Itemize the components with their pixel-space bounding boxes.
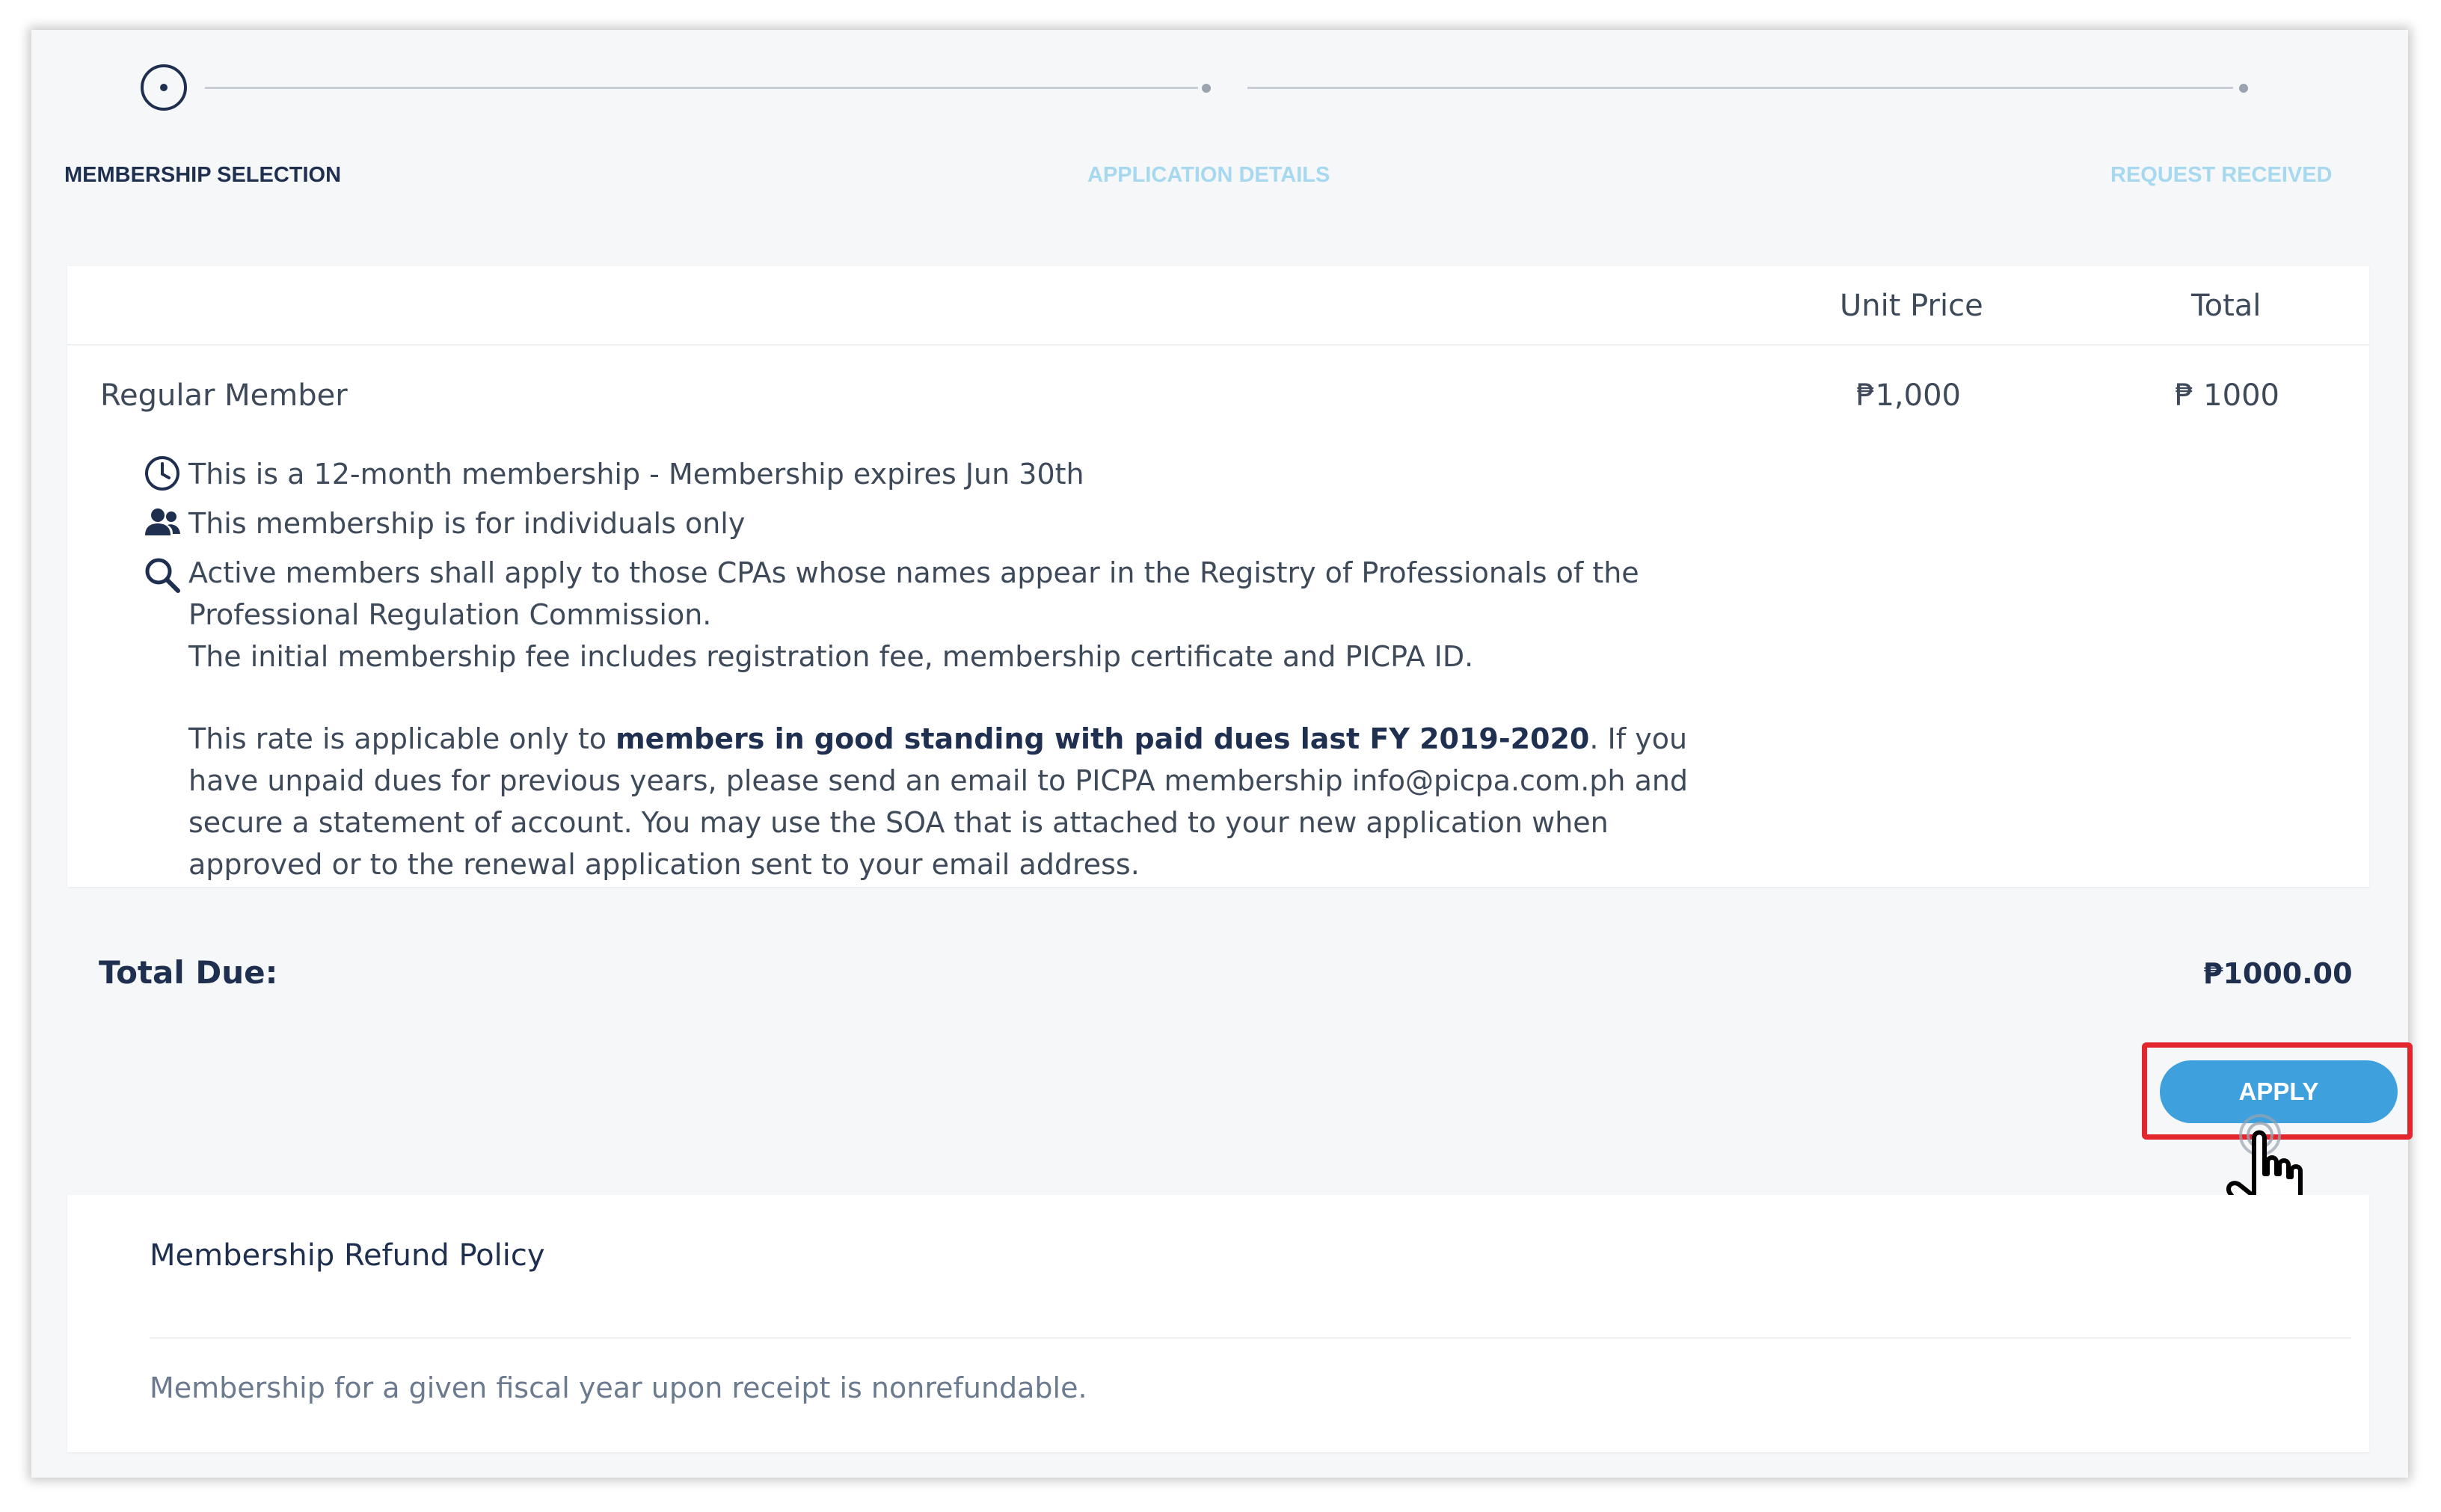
membership-window: MEMBERSHIP SELECTION APPLICATION DETAILS… <box>31 30 2413 1478</box>
refund-policy-card: Membership Refund Policy Membership for … <box>67 1195 2369 1452</box>
refund-policy-text: Membership for a given fiscal year upon … <box>150 1371 1087 1404</box>
step-label-application-details: APPLICATION DETAILS <box>1087 163 1330 187</box>
rate-note-line-3: secure a statement of account. You may u… <box>188 806 1609 839</box>
step-label-request-received: REQUEST RECEIVED <box>2110 163 2333 187</box>
total-due-label: Total Due: <box>99 954 278 991</box>
column-header-total: Total <box>2191 289 2262 323</box>
total-due-value: ₱1000.00 <box>2203 957 2353 990</box>
feature-active-members-line-2: Professional Regulation Commission. <box>188 598 712 631</box>
refund-policy-divider <box>150 1337 2351 1339</box>
stepper-line-2 <box>1247 87 2233 89</box>
membership-type: Regular Member <box>100 378 348 413</box>
step-indicator-membership-selection <box>141 64 187 111</box>
users-icon <box>145 508 180 535</box>
stepper-line-1 <box>205 87 1198 89</box>
rate-note-bold: members in good standing with paid dues … <box>615 722 1590 755</box>
step-label-membership-selection: MEMBERSHIP SELECTION <box>64 163 342 187</box>
table-header: Unit Price Total <box>67 266 2369 345</box>
rate-note-prefix: This rate is applicable only to <box>188 722 616 755</box>
total-value: ₱ 1000 <box>2175 378 2279 413</box>
column-header-unit-price: Unit Price <box>1840 289 1983 323</box>
rate-note-line-4: approved or to the renewal application s… <box>188 848 1140 881</box>
feature-active-members-line-1: Active members shall apply to those CPAs… <box>188 556 1639 589</box>
membership-table: Unit Price Total Regular Member ₱1,000 ₱… <box>67 266 2369 887</box>
rate-note-line-2: have unpaid dues for previous years, ple… <box>188 764 1689 797</box>
rate-note-suffix: . If you <box>1589 722 1688 755</box>
feature-individuals: This membership is for individuals only <box>188 507 746 540</box>
feature-active-members-line-3: The initial membership fee includes regi… <box>188 640 1474 673</box>
rate-note-line-1: This rate is applicable only to members … <box>188 718 1687 760</box>
search-icon <box>145 558 180 593</box>
clock-icon <box>145 456 179 491</box>
step-indicator-request-received <box>2239 84 2248 93</box>
feature-duration: This is a 12-month membership - Membersh… <box>188 458 1084 491</box>
unit-price-value: ₱1,000 <box>1856 378 1961 413</box>
refund-policy-title: Membership Refund Policy <box>150 1238 545 1273</box>
step-indicator-application-details <box>1202 84 1211 93</box>
